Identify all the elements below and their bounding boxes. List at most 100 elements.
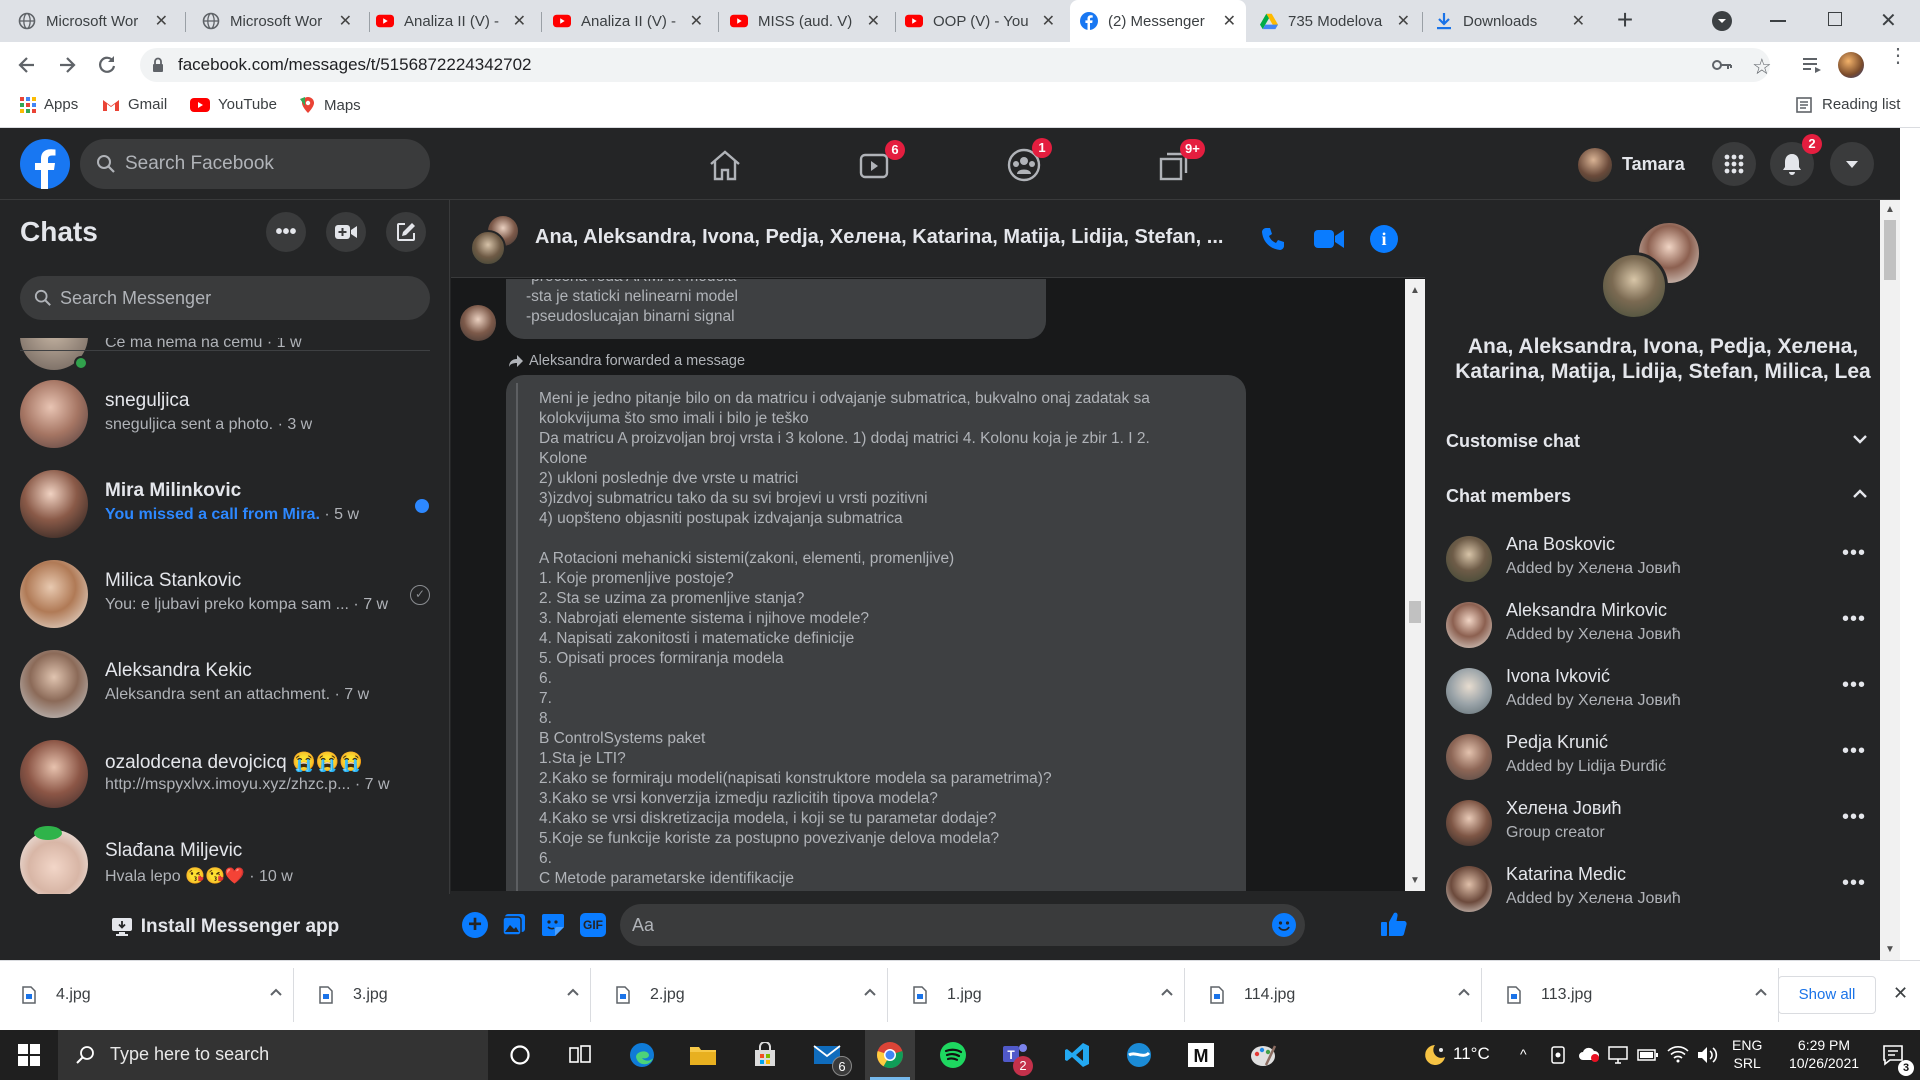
browser-tab[interactable]: 735 Modelova ✕ [1250,0,1420,42]
browser-tab[interactable]: Microsoft Wor ✕ [192,0,362,42]
member-options-icon[interactable]: ••• [1842,674,1866,697]
page-scrollbar[interactable]: ▲ ▼ [1880,200,1900,960]
sticker-icon[interactable] [541,913,565,937]
chat-row-milica[interactable]: Milica Stankovic You: e ljubavi preko ko… [0,548,450,638]
facebook-logo[interactable] [20,139,70,189]
scrollbar-thumb[interactable] [1409,601,1421,623]
scrollbar-thumb[interactable] [1884,220,1896,280]
chevron-up-icon[interactable] [566,987,580,997]
member-options-icon[interactable]: ••• [1842,872,1866,895]
search-messenger-input[interactable]: Search Messenger [20,276,430,320]
chevron-up-icon[interactable] [1160,987,1174,997]
home-icon[interactable] [708,149,742,181]
member-row[interactable]: Ana Boskovic Added by Хелена Јовић ••• [1446,528,1880,594]
gif-icon[interactable]: GIF [580,913,606,937]
tray-app-icon[interactable] [1550,1046,1566,1064]
chat-row-sladjana[interactable]: Slađana Miljevic Hvala lepo 😘😘❤️ · 10 w [0,818,450,894]
matlab-icon[interactable]: M [1176,1030,1226,1080]
photo-icon[interactable] [502,913,526,937]
scroll-down-icon[interactable]: ▼ [1885,944,1895,955]
customise-chat-section[interactable]: Customise chat [1436,420,1876,464]
reading-list-button[interactable]: Reading list [1796,96,1900,113]
bookmark-gmail[interactable]: Gmail [102,96,167,113]
close-tab-icon[interactable]: ✕ [513,11,526,31]
browser-tab[interactable]: Analiza II (V) - ✕ [543,0,713,42]
chrome-taskbar-icon[interactable] [865,1030,915,1080]
bookmark-maps[interactable]: Maps [300,96,361,114]
bookmark-star-icon[interactable]: ☆ [1752,54,1772,80]
close-window-icon[interactable]: ✕ [1880,8,1897,33]
chevron-up-icon[interactable] [1754,987,1768,997]
member-options-icon[interactable]: ••• [1842,542,1866,565]
new-room-button[interactable] [326,212,366,252]
browser-tab[interactable]: Microsoft Wor ✕ [8,0,178,42]
member-row[interactable]: Katarina Medic Added by Хелена Јовић ••• [1446,858,1880,924]
thread-scrollbar[interactable]: ▲ ▼ [1405,279,1425,891]
member-options-icon[interactable]: ••• [1842,608,1866,631]
scroll-up-icon[interactable]: ▲ [1885,204,1895,215]
chat-options-button[interactable]: ••• [266,212,306,252]
close-tab-icon[interactable]: ✕ [867,11,880,31]
menu-grid-button[interactable] [1712,142,1756,186]
video-call-icon[interactable] [1314,228,1344,250]
key-icon[interactable] [1712,58,1732,72]
close-tab-icon[interactable]: ✕ [155,11,168,31]
url-text[interactable]: facebook.com/messages/t/5156872224342702 [178,55,531,75]
profile-shortcut[interactable]: Tamara [1578,145,1700,183]
onedrive-icon[interactable] [1578,1046,1600,1062]
tab-search-button[interactable] [1712,11,1732,31]
start-button[interactable] [4,1030,54,1080]
new-tab-button[interactable]: + [1610,6,1640,36]
member-row[interactable]: Хелена Јовић Group creator ••• [1446,792,1880,858]
download-item[interactable]: 113.jpg [1507,960,1784,1030]
wifi-icon[interactable] [1667,1045,1689,1063]
chat-members-section[interactable]: Chat members [1436,475,1876,519]
close-tab-icon[interactable]: ✕ [1397,11,1410,31]
file-explorer-icon[interactable] [678,1030,728,1080]
close-tab-icon[interactable]: ✕ [339,11,352,31]
chat-row-partial[interactable]: Će ma nema na ćemu · 1 w [0,338,450,370]
emoji-icon[interactable] [1272,913,1296,937]
close-tab-icon[interactable]: ✕ [1042,11,1055,31]
clock[interactable]: 6:29 PM 10/26/2021 [1778,1036,1870,1072]
previous-message-bubble[interactable]: -procena reda ARMAX modela -sta je stati… [506,279,1046,339]
bookmark-apps[interactable]: Apps [20,96,78,113]
download-item[interactable]: 2.jpg [616,960,893,1030]
member-options-icon[interactable]: ••• [1842,740,1866,763]
battery-icon[interactable] [1637,1048,1659,1062]
scroll-up-icon[interactable]: ▲ [1410,285,1420,296]
weather-icon[interactable] [1422,1042,1448,1068]
close-downloads-icon[interactable]: ✕ [1893,983,1908,1004]
lock-icon[interactable] [152,57,164,73]
install-messenger-button[interactable]: Install Messenger app [0,894,450,960]
cortana-icon[interactable] [495,1030,545,1080]
download-item[interactable]: 114.jpg [1210,960,1487,1030]
facebook-search-input[interactable]: Search Facebook [80,139,430,189]
forward-icon[interactable] [56,54,78,76]
new-message-button[interactable] [386,212,426,252]
close-tab-icon[interactable]: ✕ [1572,11,1585,31]
reload-icon[interactable] [96,54,118,76]
show-all-button[interactable]: Show all [1778,976,1876,1014]
paint-icon[interactable] [1238,1030,1288,1080]
more-actions-plus-icon[interactable]: + [462,912,488,938]
scroll-down-icon[interactable]: ▼ [1410,875,1420,886]
chat-row-sneguljica[interactable]: sneguljica sneguljica sent a photo. · 3 … [0,368,450,458]
weather-temp[interactable]: 11°C [1453,1044,1490,1064]
close-tab-icon[interactable]: ✕ [1223,11,1236,31]
profile-avatar[interactable] [1838,52,1864,78]
edge-icon[interactable] [617,1030,667,1080]
tray-chevron-up-icon[interactable]: ^ [1520,1046,1527,1062]
app-icon[interactable] [1114,1030,1164,1080]
spotify-icon[interactable] [928,1030,978,1080]
task-view-icon[interactable] [555,1030,605,1080]
member-row[interactable]: Aleksandra Mirkovic Added by Хелена Јови… [1446,594,1880,660]
chat-row-mira[interactable]: Mira Milinkovic You missed a call from M… [0,458,450,548]
conversation-title[interactable]: Ana, Aleksandra, Ivona, Pedja, Хелена, K… [535,226,1235,249]
member-row[interactable]: Ivona Ivković Added by Хелена Јовић ••• [1446,660,1880,726]
store-icon[interactable] [740,1030,790,1080]
language-indicator[interactable]: ENG SRL [1732,1036,1762,1072]
browser-tab[interactable]: Analiza II (V) - ✕ [366,0,536,42]
message-input[interactable]: Aa [620,904,1305,946]
vscode-icon[interactable] [1052,1030,1102,1080]
